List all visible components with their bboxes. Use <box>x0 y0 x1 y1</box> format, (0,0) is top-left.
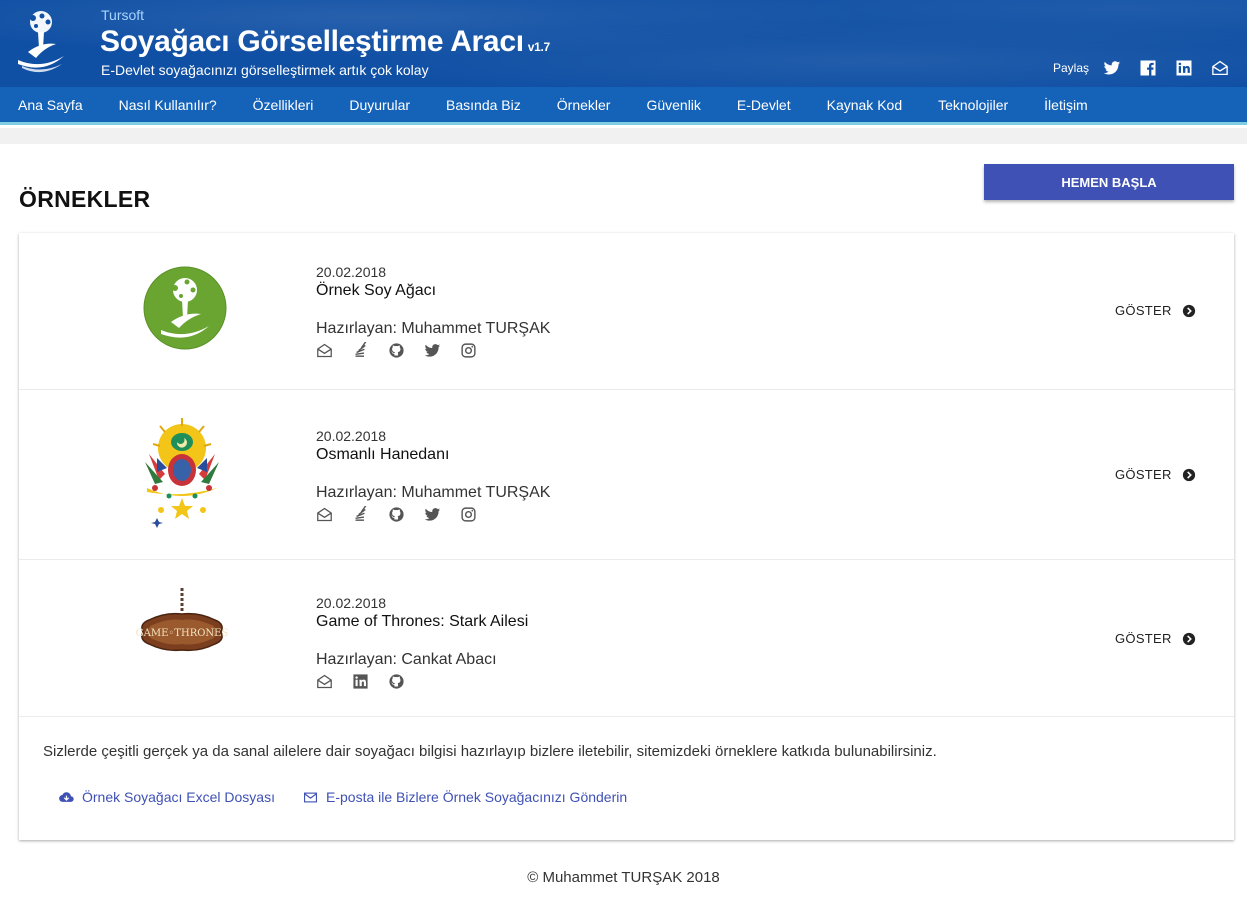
item-author: Hazırlayan: Muhammet TURŞAK <box>316 320 551 337</box>
nav-ozellikleri[interactable]: Özellikleri <box>235 86 332 124</box>
nav-ana-sayfa[interactable]: Ana Sayfa <box>0 86 101 124</box>
show-button[interactable]: GÖSTER <box>1115 467 1196 482</box>
facebook-icon[interactable] <box>1139 59 1157 77</box>
version-badge: v1.7 <box>527 40 550 54</box>
item-author: Hazırlayan: Muhammet TURŞAK <box>316 484 551 501</box>
share-bar: Paylaş <box>1053 58 1247 78</box>
contribute-text: Sizlerde çeşitli gerçek ya da sanal aile… <box>43 743 937 760</box>
brand-company: Tursoft <box>101 7 145 23</box>
linkedin-icon[interactable] <box>1175 59 1193 77</box>
excel-download-label: Örnek Soyağacı Excel Dosyası <box>82 789 275 805</box>
tursoft-tree-logo <box>143 266 227 350</box>
stackoverflow-icon[interactable] <box>351 505 369 523</box>
item-socials <box>315 505 495 523</box>
twitter-icon[interactable] <box>423 341 441 359</box>
show-button-label: GÖSTER <box>1115 467 1172 482</box>
item-date: 20.02.2018 <box>316 428 387 444</box>
show-button[interactable]: GÖSTER <box>1115 631 1196 646</box>
arrow-right-circle-icon <box>1182 632 1195 645</box>
item-title: Osmanlı Hanedanı <box>316 446 450 463</box>
main-nav: Ana Sayfa Nasıl Kullanılır? Özellikleri … <box>0 87 1247 125</box>
github-icon[interactable] <box>387 672 405 690</box>
nav-nasil-kullanilir[interactable]: Nasıl Kullanılır? <box>101 86 235 124</box>
stackoverflow-icon[interactable] <box>351 341 369 359</box>
item-author: Hazırlayan: Cankat Abacı <box>316 651 497 668</box>
item-date: 20.02.2018 <box>316 264 387 280</box>
show-button[interactable]: GÖSTER <box>1115 303 1196 318</box>
excel-download-link[interactable]: Örnek Soyağacı Excel Dosyası <box>59 789 275 805</box>
nav-iletisim[interactable]: İletişim <box>1026 86 1106 124</box>
list-item: GAME◦THRONES 20.02.2018 Game of Thrones:… <box>19 560 1234 717</box>
share-label: Paylaş <box>1052 61 1089 75</box>
site-title[interactable]: Soyağacı Görselleştirme Aracı v1.7 <box>100 25 550 59</box>
nav-guvenlik[interactable]: Güvenlik <box>628 86 718 124</box>
footer-copyright: © Muhammet TURŞAK 2018 <box>527 869 720 886</box>
examples-card: 20.02.2018 Örnek Soy Ağacı Hazırlayan: M… <box>19 233 1234 840</box>
arrow-right-circle-icon <box>1182 468 1195 481</box>
nav-kaynak-kod[interactable]: Kaynak Kod <box>809 86 921 124</box>
svg-text:GAME◦THRONES: GAME◦THRONES <box>136 628 229 639</box>
ottoman-coat-of-arms <box>145 418 219 528</box>
start-button[interactable]: HEMEN BAŞLA <box>984 164 1234 200</box>
github-icon[interactable] <box>387 341 405 359</box>
list-item: 20.02.2018 Örnek Soy Ağacı Hazırlayan: M… <box>19 233 1234 390</box>
linkedin-icon[interactable] <box>351 672 369 690</box>
instagram-icon[interactable] <box>459 341 477 359</box>
envelope-icon <box>304 792 317 802</box>
instagram-icon[interactable] <box>459 505 477 523</box>
item-socials <box>315 672 423 690</box>
arrow-right-circle-icon <box>1182 304 1195 317</box>
envelope-icon[interactable] <box>315 672 333 690</box>
twitter-icon[interactable] <box>1103 59 1121 77</box>
site-header: Tursoft Soyağacı Görselleştirme Aracı v1.… <box>0 0 1247 87</box>
nav-duyurular[interactable]: Duyurular <box>331 86 428 124</box>
item-title: Örnek Soy Ağacı <box>316 282 437 299</box>
nav-ornekler[interactable]: Örnekler <box>539 86 629 124</box>
envelope-icon[interactable] <box>1211 59 1229 77</box>
envelope-icon[interactable] <box>315 341 333 359</box>
show-button-label: GÖSTER <box>1115 303 1172 318</box>
header-divider-band <box>0 128 1247 144</box>
game-of-thrones-logo: GAME◦THRONES <box>136 588 229 652</box>
site-subtitle: E-Devlet soyağacınızı görselleştirmek ar… <box>101 62 429 78</box>
item-date: 20.02.2018 <box>316 595 387 611</box>
site-title-text: Soyağacı Görselleştirme Aracı <box>100 25 524 58</box>
nav-teknolojiler[interactable]: Teknolojiler <box>920 86 1026 124</box>
item-socials <box>315 341 495 359</box>
page-title: ÖRNEKLER <box>19 186 151 212</box>
twitter-icon[interactable] <box>423 505 441 523</box>
item-title: Game of Thrones: Stark Ailesi <box>316 613 529 630</box>
tursoft-logo-icon[interactable] <box>14 8 68 74</box>
nav-e-devlet[interactable]: E-Devlet <box>719 86 809 124</box>
list-item: 20.02.2018 Osmanlı Hanedanı Hazırlayan: … <box>19 390 1234 560</box>
cloud-download-icon <box>59 791 74 802</box>
show-button-label: GÖSTER <box>1115 631 1172 646</box>
nav-basinda-biz[interactable]: Basında Biz <box>428 86 539 124</box>
email-submit-label: E-posta ile Bizlere Örnek Soyağacınızı G… <box>326 789 628 805</box>
envelope-icon[interactable] <box>315 505 333 523</box>
github-icon[interactable] <box>387 505 405 523</box>
email-submit-link[interactable]: E-posta ile Bizlere Örnek Soyağacınızı G… <box>303 789 627 805</box>
